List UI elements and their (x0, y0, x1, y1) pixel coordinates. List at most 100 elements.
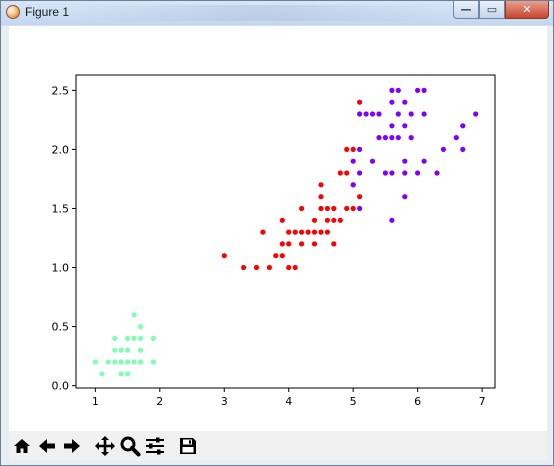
scatter-point (311, 229, 318, 235)
scatter-point (112, 359, 118, 365)
scatter-point (440, 146, 446, 152)
window-title: Figure 1 (25, 5, 70, 19)
scatter-point (402, 170, 408, 176)
figure-window: Figure 1 — ▭ ✕ 1 2 3 4 5 6 7 0.0 0.5 1.0 1.5 2.0 2.… (0, 0, 554, 466)
scatter-point (421, 87, 427, 93)
scatter-point (344, 170, 350, 176)
x-tick-label: 6 (414, 395, 421, 408)
scatter-point (337, 170, 343, 176)
home-button[interactable] (10, 434, 34, 458)
scatter-point (299, 229, 305, 235)
back-button[interactable] (35, 434, 59, 458)
scatter-point (253, 264, 260, 271)
scatter-point (350, 146, 356, 152)
title-bar[interactable]: Figure 1 — ▭ ✕ (1, 1, 553, 25)
scatter-point (137, 347, 144, 353)
figure-canvas[interactable]: 1 2 3 4 5 6 7 0.0 0.5 1.0 1.5 2.0 2.5 (9, 26, 547, 431)
scatter-point (389, 170, 395, 176)
x-tick-label: 4 (285, 395, 292, 408)
scatter-point (286, 241, 292, 247)
scatter-point (395, 111, 401, 117)
scatter-point (125, 347, 131, 353)
scatter-point (382, 135, 388, 141)
scatter-point (137, 335, 144, 341)
scatter-point (421, 158, 427, 164)
pan-icon (95, 436, 115, 456)
maximize-button[interactable]: ▭ (479, 1, 505, 19)
scatter-point (402, 123, 408, 129)
x-axis: 1 2 3 4 5 6 7 (92, 388, 486, 408)
scatter-point (415, 170, 421, 176)
forward-button[interactable] (60, 434, 84, 458)
pan-button[interactable] (93, 434, 117, 458)
configure-subplots-icon (146, 437, 164, 455)
navigation-toolbar (9, 431, 547, 461)
scatter-point (357, 146, 363, 152)
scatter-point (150, 359, 156, 365)
scatter-point (376, 111, 382, 117)
scatter-point (395, 135, 401, 141)
scatter-point (131, 335, 137, 341)
scatter-point (137, 324, 144, 330)
y-axis: 0.0 0.5 1.0 1.5 2.0 2.5 (52, 84, 76, 393)
minimize-button[interactable]: — (453, 1, 479, 19)
scatter-point (137, 359, 144, 365)
scatter-point (421, 111, 427, 117)
scatter-point (318, 182, 324, 188)
close-button[interactable]: ✕ (505, 1, 549, 19)
scatter-point (357, 111, 363, 117)
scatter-point (92, 359, 98, 365)
scatter-point (131, 359, 137, 365)
scatter-point (363, 111, 369, 117)
scatter-point (473, 111, 479, 117)
scatter-point (350, 205, 356, 212)
scatter-point (415, 87, 421, 93)
scatter-point (221, 253, 227, 259)
scatter-point (402, 194, 408, 200)
scatter-point (460, 146, 466, 152)
scatter-point (408, 135, 414, 141)
scatter-point (241, 264, 247, 271)
scatter-point (131, 312, 137, 318)
x-tick-label: 1 (92, 395, 99, 408)
scatter-point (118, 347, 124, 353)
y-tick-label: 1.5 (52, 202, 70, 215)
scatter-point (369, 111, 376, 117)
scatter-point (279, 217, 285, 223)
scatter-point (389, 87, 395, 93)
scatter-point (299, 241, 305, 247)
y-tick-label: 2.5 (52, 84, 70, 97)
scatter-point (305, 229, 311, 235)
scatter-point (299, 205, 305, 212)
x-tick-label: 5 (350, 395, 357, 408)
matplotlib-app-icon (6, 5, 20, 19)
scatter-point (331, 205, 337, 212)
home-icon (14, 439, 30, 453)
scatter-point (318, 194, 324, 200)
back-arrow-icon (39, 439, 55, 453)
scatter-point (357, 205, 363, 212)
scatter-point (125, 371, 131, 377)
scatter-point (402, 99, 408, 105)
scatter-point (357, 99, 363, 105)
window-controls: — ▭ ✕ (453, 1, 549, 20)
scatter-point (331, 217, 337, 223)
scatter-point (382, 170, 388, 176)
scatter-point (279, 241, 285, 247)
scatter-point (460, 123, 466, 129)
scatter-point (331, 241, 337, 247)
scatter-point (125, 335, 131, 341)
y-tick-label: 0.5 (52, 321, 70, 334)
y-tick-label: 1.0 (52, 262, 70, 275)
configure-subplots-button[interactable] (143, 434, 167, 458)
scatter-point (112, 347, 118, 353)
title-bar-reflection (71, 5, 451, 21)
scatter-point (344, 205, 350, 212)
zoom-button[interactable] (118, 434, 142, 458)
scatter-point (324, 217, 330, 223)
save-button[interactable] (176, 434, 200, 458)
scatter-point (279, 253, 285, 259)
scatter-plot: 1 2 3 4 5 6 7 0.0 0.5 1.0 1.5 2.0 2.5 (52, 74, 496, 408)
scatter-point (150, 335, 156, 341)
scatter-point (369, 158, 376, 164)
